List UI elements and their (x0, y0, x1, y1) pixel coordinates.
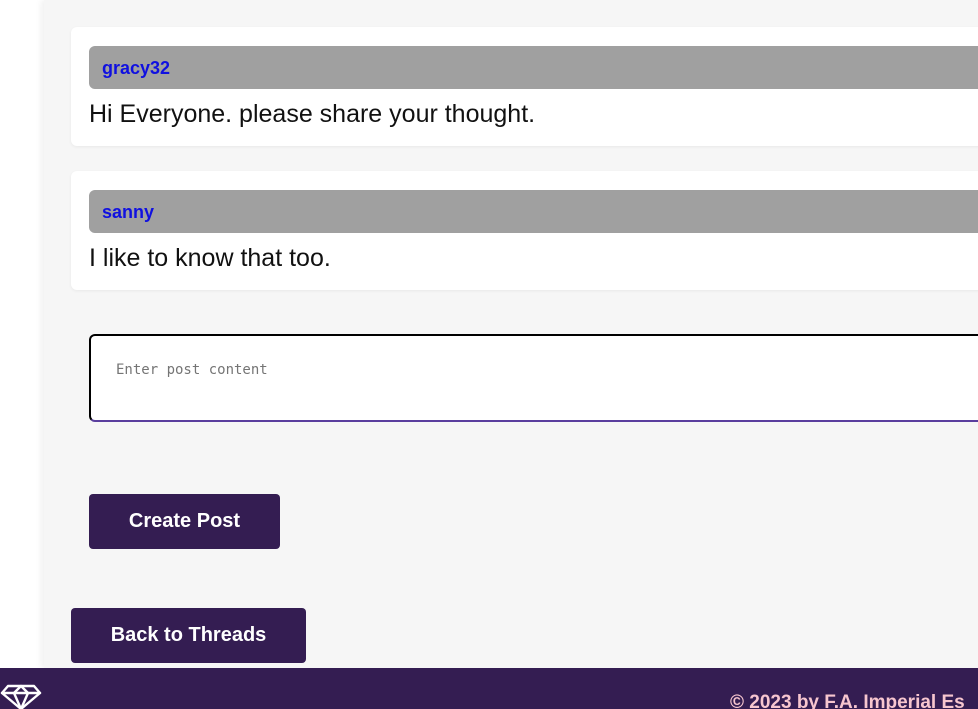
footer: © 2023 by F.A. Imperial Es (0, 668, 978, 709)
page: gracy32 Hi Everyone. please share your t… (0, 0, 978, 709)
post-header: gracy32 (89, 46, 978, 89)
post-card: gracy32 Hi Everyone. please share your t… (71, 27, 978, 146)
post-header: sanny (89, 190, 978, 233)
post-author-link[interactable]: sanny (102, 202, 154, 222)
post-card: sanny I like to know that too. (71, 171, 978, 290)
copyright-text: © 2023 by F.A. Imperial Es (730, 692, 965, 709)
post-content-input[interactable] (89, 334, 978, 422)
post-content: I like to know that too. (89, 244, 331, 272)
diamond-logo-icon (0, 684, 42, 709)
post-content: Hi Everyone. please share your thought. (89, 100, 536, 128)
back-to-threads-button[interactable]: Back to Threads (71, 608, 306, 663)
post-author-link[interactable]: gracy32 (102, 58, 170, 78)
create-post-button[interactable]: Create Post (89, 494, 280, 549)
